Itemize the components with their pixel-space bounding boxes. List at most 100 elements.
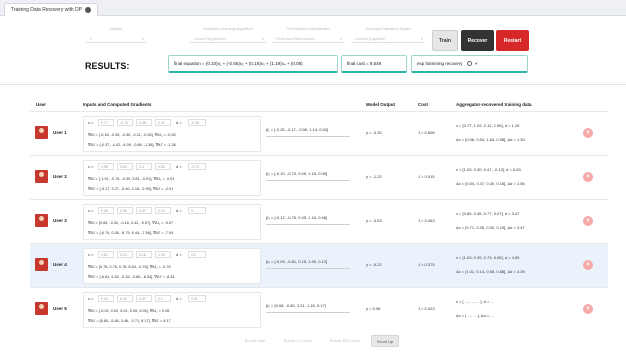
recovered-x: x = [1.03, 0.39, 0.73, 0.06], d = 4.59: [456, 255, 520, 260]
d-label: d =: [176, 208, 182, 213]
noisy-gradient-line: ∇θJ′ = [-6.74, 0.06, -8.79, 6.44, -7.56]…: [88, 231, 174, 235]
recovered-x: x = [ ..., ..., ... ], d = ...: [456, 299, 494, 304]
avatar: [35, 214, 48, 227]
d-label: d =: [176, 120, 182, 125]
beta-value: β₁ = [-0.15, -0.17, -0.06, 1.14, 0.00]: [266, 127, 356, 137]
close-icon: ×: [586, 262, 590, 268]
input-field[interactable]: 0.98: [98, 163, 114, 170]
algorithm-control[interactable]: Machine Learning Algorithm Linear Regres…: [190, 26, 266, 43]
algorithm-select[interactable]: Linear Regression ▾: [190, 34, 266, 43]
input-field[interactable]: 0.62: [98, 251, 114, 258]
add-user-button[interactable]: ⊕ Add User: [240, 335, 270, 347]
recover-button[interactable]: Recover: [461, 30, 494, 51]
input-field[interactable]: -0.73: [117, 119, 133, 126]
recovered-delta: Δx = [0.71, 0.26, 0.30, 0.19], Δd = 3.47: [456, 225, 525, 230]
input-field[interactable]: 0.47: [136, 207, 152, 214]
recovered-delta: Δx = [1.01, 0.14, 0.55, 0.68], Δd = 4.39: [456, 269, 525, 274]
remove-user-button[interactable]: ×: [583, 260, 593, 270]
input-field[interactable]: 0.47: [136, 295, 152, 302]
input-field[interactable]: 0.48: [136, 119, 152, 126]
d-input-field[interactable]: -0.35: [188, 119, 206, 126]
model-output: y = -0.22: [366, 262, 382, 267]
final-cost-field: final cost = 9.549: [341, 55, 407, 73]
d-input-field[interactable]: 0: [188, 207, 206, 214]
x-label: x =: [88, 296, 94, 301]
input-field[interactable]: 0.77: [98, 119, 114, 126]
table-row[interactable]: User 3 x = 0.35 0.55 0.47 0.12 d = 0 ∇θJ = [0.65…: [30, 199, 608, 243]
noisy-gradient-line: ∇θJ′ = [6.80, -5.84, 3.46, -0.71, 8.17],…: [88, 319, 171, 323]
noisy-gradient-line: ∇θJ′ = [-0.37, -4.42, -4.09, -0.86, -1.3…: [88, 143, 176, 147]
mechanism-select[interactable]: Perturbed Mechanism ▾: [272, 34, 344, 43]
table-row[interactable]: User 2 x = 0.98 0.63 0.3 0.83 d = -0.73 ∇θJ = [-…: [30, 155, 608, 199]
input-field[interactable]: 0.18: [136, 251, 152, 258]
beta-value: β₅ = [0.08, -0.80, 3.21, 1.16, 0.17]: [266, 303, 356, 313]
mechanism-label: Perturbation Mechanism: [286, 26, 330, 31]
x-label: x =: [88, 164, 94, 169]
epsilon-control[interactable]: epsilon 2 ▾: [86, 26, 146, 43]
input-field[interactable]: 0.7: [155, 295, 171, 302]
recovered-x: x = [0.89, 0.36, 0.77, 0.07], d = 3.47: [456, 211, 520, 216]
add-10-users-button[interactable]: ⊕ Add 10 Users: [278, 335, 318, 347]
train-button[interactable]: Train: [432, 30, 458, 51]
epsilon-label: epsilon: [109, 26, 123, 31]
input-field[interactable]: 0.34: [98, 295, 114, 302]
gradient-panel: x = 0.77 -0.73 0.48 0.47 d = -0.35 ∇θJ = [-0.18…: [83, 116, 261, 152]
user-name: User 5: [53, 306, 67, 311]
user-name: User 4: [53, 262, 67, 267]
input-field[interactable]: 0.47: [155, 119, 171, 126]
chevron-down-icon: ▾: [141, 36, 144, 41]
input-field[interactable]: 0.32: [117, 295, 133, 302]
input-field[interactable]: 0.12: [155, 207, 171, 214]
controls-bar: epsilon 2 ▾ Machine Learning Algorithm Li…: [0, 26, 626, 48]
add-100-users-button[interactable]: ⊕ Add 100 Users: [323, 335, 367, 347]
evaluation-space-label: Training Evaluation Space: [364, 26, 412, 31]
remove-user-button[interactable]: ×: [583, 128, 593, 138]
recovered-delta: Δx = [0.04, 0.47, 0.30, 0.15], Δd = 1.56: [456, 181, 525, 186]
input-field[interactable]: 0.3: [136, 163, 152, 170]
header-user: User: [36, 102, 47, 107]
x-label: x =: [88, 252, 94, 257]
gradient-panel: x = 0.62 0.23 0.18 1.09 d = 0.2 ∇θJ = [0.78, 0.…: [83, 248, 261, 284]
close-icon: ×: [586, 174, 590, 180]
remove-user-button[interactable]: ×: [583, 172, 593, 182]
remove-user-button[interactable]: ×: [583, 304, 593, 314]
noisy-gradient-line: ∇θJ′ = [-6.61, 6.52, -0.32, -0.80, -6.34…: [88, 275, 175, 279]
x-label: x =: [88, 208, 94, 213]
recovered-x: x = [0.77, 1.29, 2.12, 1.96], d = 1.19: [456, 123, 520, 128]
input-field[interactable]: 0.23: [117, 251, 133, 258]
input-field[interactable]: 0.83: [155, 163, 171, 170]
user-name: User 2: [53, 174, 67, 179]
results-label: RESULTS:: [85, 61, 130, 71]
model-output: y = -0.30: [366, 130, 382, 135]
input-field[interactable]: 0.63: [117, 163, 133, 170]
beta-value: β₂ = [-0.10, -0.73, 0.09, 1.18, 0.05]: [266, 171, 356, 181]
input-field[interactable]: 0.35: [98, 207, 114, 214]
remove-user-button[interactable]: ×: [583, 216, 593, 226]
d-input-field[interactable]: 0.2: [188, 251, 206, 258]
model-output: y = -0.53: [366, 218, 382, 223]
recovery-method-select[interactable]: exp hamming recovery ▾: [411, 55, 528, 73]
user-name: User 1: [53, 130, 67, 135]
gradient-line: ∇θJ = [0.65, -0.32, -0.16, 0.42, -9.07],…: [88, 221, 174, 225]
header-inputs: Inputs and Computed Gradients: [83, 102, 152, 107]
tab-training-data-recovery[interactable]: Training Data Recovery with DP: [4, 3, 98, 16]
d-input-field[interactable]: -0.73: [188, 163, 206, 170]
scroll-up-button[interactable]: Scroll Up: [371, 335, 399, 347]
mechanism-control[interactable]: Perturbation Mechanism Perturbed Mechani…: [272, 26, 344, 43]
settings-icon[interactable]: [84, 7, 91, 13]
input-field[interactable]: 0.55: [117, 207, 133, 214]
input-field[interactable]: 1.09: [155, 251, 171, 258]
chevron-down-icon: ▾: [420, 36, 423, 41]
recovered-delta: Δx = [ ..., ... ], Δd = ...: [456, 313, 494, 318]
recovered-delta: Δx = [0.06, 0.54, 1.64, 0.98], Δd = 1.30: [456, 137, 525, 142]
table-row[interactable]: User 1 x = 0.77 -0.73 0.48 0.47 d = -0.35 ∇θJ = …: [30, 111, 608, 155]
evaluation-space-control[interactable]: Training Evaluation Space Lowest (Laplac…: [351, 26, 425, 43]
epsilon-select[interactable]: 2 ▾: [86, 34, 146, 43]
avatar: [35, 170, 48, 183]
table-row[interactable]: User 5 x = 0.34 0.32 0.47 0.7 d = 0.31 ∇θJ = [-0…: [30, 287, 608, 331]
d-input-field[interactable]: 0.31: [188, 295, 206, 302]
table-row[interactable]: User 4 x = 0.62 0.23 0.18 1.09 d = 0.2 ∇θJ = [0.…: [30, 243, 608, 287]
x-label: x =: [88, 120, 94, 125]
evaluation-space-select[interactable]: Lowest (Laplace) ▾: [351, 34, 425, 43]
restart-button[interactable]: Restart: [496, 30, 529, 51]
